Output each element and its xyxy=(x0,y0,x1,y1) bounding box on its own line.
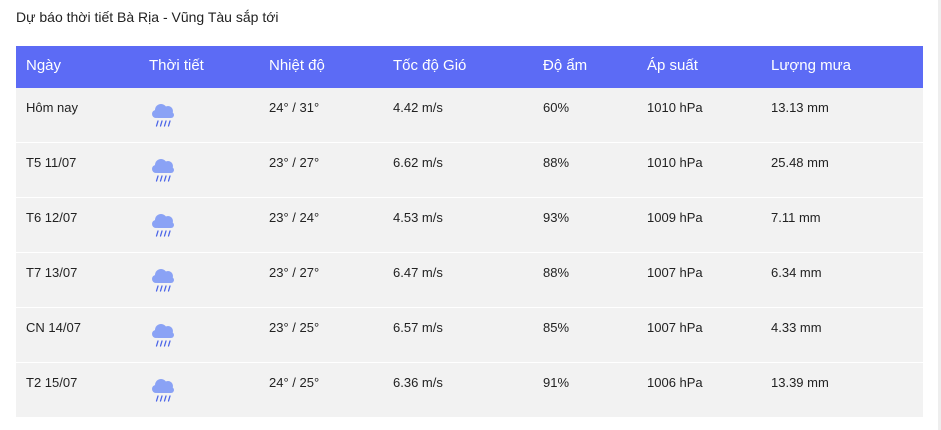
forecast-table: Ngày Thời tiết Nhiệt độ Tốc độ Gió Độ ẩm… xyxy=(16,46,923,417)
cell-pressure: 1010 hPa xyxy=(647,155,703,170)
table-header: Ngày Thời tiết Nhiệt độ Tốc độ Gió Độ ẩm… xyxy=(16,46,923,88)
cell-humidity: 85% xyxy=(543,320,570,335)
cell-day: T5 11/07 xyxy=(26,155,77,170)
rain-cloud-icon xyxy=(149,101,179,129)
header-pressure: Áp suất xyxy=(647,57,698,74)
rain-cloud-icon xyxy=(149,156,179,184)
rain-cloud-icon xyxy=(149,266,179,294)
table-body: Hôm nay 24° / 31° 4.42 m/s 60% 1010 hPa 13.13… xyxy=(16,88,923,417)
cell-humidity: 88% xyxy=(543,155,570,170)
weather-forecast-page: Dự báo thời tiết Bà Rịa - Vũng Tàu sắp t… xyxy=(0,0,941,430)
header-rainfall: Lượng mưa xyxy=(771,57,851,74)
cell-temperature: 23° / 27° xyxy=(269,265,320,280)
cell-rainfall: 13.13 mm xyxy=(771,100,829,115)
header-wind-speed: Tốc độ Gió xyxy=(393,57,467,74)
cell-humidity: 93% xyxy=(543,210,570,225)
page-title: Dự báo thời tiết Bà Rịa - Vũng Tàu sắp t… xyxy=(16,9,279,25)
cell-rainfall: 25.48 mm xyxy=(771,155,829,170)
cell-wind-speed: 6.62 m/s xyxy=(393,155,443,170)
cell-wind-speed: 6.57 m/s xyxy=(393,320,443,335)
rain-cloud-icon xyxy=(149,211,179,239)
rain-cloud-icon xyxy=(149,321,179,349)
header-temperature: Nhiệt độ xyxy=(269,57,325,74)
cell-wind-speed: 4.53 m/s xyxy=(393,210,443,225)
cell-humidity: 91% xyxy=(543,375,570,390)
cell-day: Hôm nay xyxy=(26,100,79,115)
cell-pressure: 1009 hPa xyxy=(647,210,703,225)
cell-humidity: 88% xyxy=(543,265,570,280)
header-weather: Thời tiết xyxy=(149,57,204,74)
cell-humidity: 60% xyxy=(543,100,570,115)
cell-day: CN 14/07 xyxy=(26,320,81,335)
cell-wind-speed: 6.47 m/s xyxy=(393,265,443,280)
table-row: Hôm nay 24° / 31° 4.42 m/s 60% 1010 hPa 13.13… xyxy=(16,88,923,143)
header-day: Ngày xyxy=(26,57,62,74)
header-humidity: Độ ẩm xyxy=(543,57,588,74)
cell-rainfall: 13.39 mm xyxy=(771,375,829,390)
cell-rainfall: 7.11 mm xyxy=(771,210,821,225)
table-row: CN 14/07 23° / 25° 6.57 m/s 85% 1007 hPa 4.33… xyxy=(16,308,923,363)
cell-temperature: 24° / 31° xyxy=(269,100,320,115)
cell-rainfall: 4.33 mm xyxy=(771,320,822,335)
table-row: T5 11/07 23° / 27° 6.62 m/s 88% 1010 hPa 25.4… xyxy=(16,143,923,198)
cell-wind-speed: 4.42 m/s xyxy=(393,100,443,115)
cell-pressure: 1007 hPa xyxy=(647,265,703,280)
cell-temperature: 23° / 27° xyxy=(269,155,320,170)
cell-pressure: 1006 hPa xyxy=(647,375,703,390)
cell-rainfall: 6.34 mm xyxy=(771,265,822,280)
cell-day: T2 15/07 xyxy=(26,375,78,390)
rain-cloud-icon xyxy=(149,376,179,404)
cell-day: T7 13/07 xyxy=(26,265,78,280)
cell-temperature: 23° / 24° xyxy=(269,210,320,225)
cell-wind-speed: 6.36 m/s xyxy=(393,375,443,390)
cell-pressure: 1007 hPa xyxy=(647,320,703,335)
table-row: T7 13/07 23° / 27° 6.47 m/s 88% 1007 hPa 6.34… xyxy=(16,253,923,308)
table-row: T6 12/07 23° / 24° 4.53 m/s 93% 1009 hPa 7.11… xyxy=(16,198,923,253)
cell-temperature: 23° / 25° xyxy=(269,320,320,335)
table-row: T2 15/07 24° / 25° 6.36 m/s 91% 1006 hPa 13.3… xyxy=(16,363,923,417)
cell-day: T6 12/07 xyxy=(26,210,78,225)
cell-temperature: 24° / 25° xyxy=(269,375,320,390)
cell-pressure: 1010 hPa xyxy=(647,100,703,115)
